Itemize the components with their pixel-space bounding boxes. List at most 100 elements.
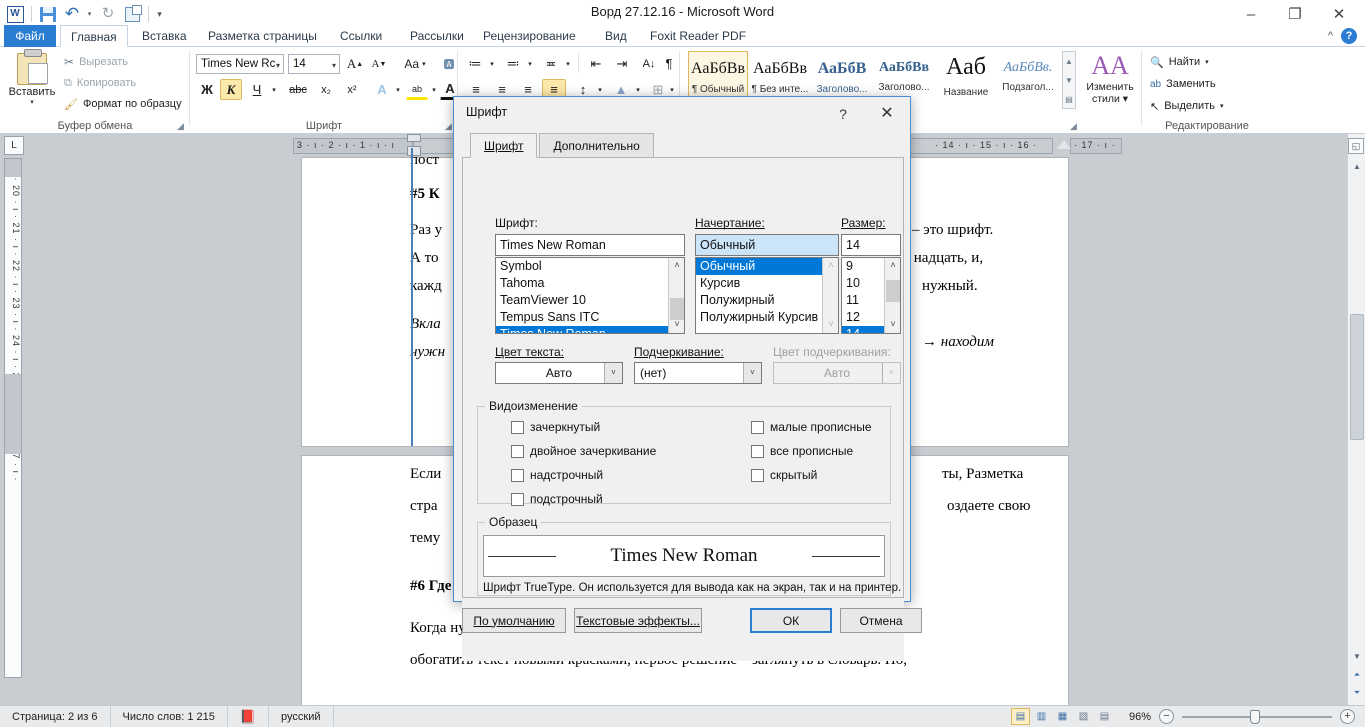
zoom-out-button[interactable]: − <box>1159 709 1174 724</box>
increase-indent-button[interactable]: ⇥ <box>610 53 634 74</box>
view-print-layout-button[interactable]: ▤ <box>1010 708 1030 725</box>
status-word-count[interactable]: Число слов: 1 215 <box>111 705 228 727</box>
status-language[interactable]: русский <box>269 705 334 727</box>
tab-insert[interactable]: Вставка <box>132 25 197 47</box>
scroll-down-icon[interactable]: ˅ <box>885 317 900 333</box>
checkbox-all-caps[interactable]: все прописные <box>751 444 853 458</box>
bullets-dropdown[interactable]: ▾ <box>486 53 498 74</box>
scroll-down-icon[interactable]: ˅ <box>823 317 838 333</box>
multilevel-dropdown[interactable]: ▾ <box>562 53 574 74</box>
underline-dropdown[interactable]: ▾ <box>268 79 280 100</box>
font-style-input[interactable]: Обычный <box>695 234 839 256</box>
font-list-item-0[interactable]: Symbol <box>496 258 684 275</box>
styles-dialog-launcher[interactable]: ◢ <box>1070 121 1080 131</box>
checkbox-hidden[interactable]: скрытый <box>751 468 817 482</box>
show-marks-button[interactable]: ¶ <box>660 53 678 74</box>
highlight-button[interactable]: ab <box>406 79 428 100</box>
scroll-up-icon[interactable]: ▲ <box>1063 52 1075 71</box>
view-outline-button[interactable]: ▧ <box>1074 708 1093 725</box>
tab-page-layout[interactable]: Разметка страницы <box>198 25 327 47</box>
font-name-listbox[interactable]: Symbol Tahoma TeamViewer 10 Tempus Sans … <box>495 257 685 334</box>
tab-file[interactable]: Файл <box>4 25 56 47</box>
size-list-scrollbar[interactable]: ˄ ˅ <box>884 258 900 333</box>
copy-button[interactable]: ⧉ Копировать <box>64 74 136 92</box>
cancel-button[interactable]: Отмена <box>840 608 922 633</box>
view-draft-button[interactable]: ▤ <box>1095 708 1114 725</box>
subscript-button[interactable]: x₂ <box>314 79 338 100</box>
scroll-down-button[interactable]: ▼ <box>1348 648 1365 665</box>
view-full-screen-button[interactable]: ▥ <box>1032 708 1051 725</box>
font-size-input[interactable]: 14 <box>841 234 901 256</box>
zoom-slider-thumb[interactable] <box>1250 709 1260 724</box>
tab-home[interactable]: Главная <box>60 25 128 47</box>
font-size-listbox[interactable]: 9 10 11 12 14 ˄ ˅ <box>841 257 901 334</box>
scroll-down-icon[interactable]: ▼ <box>1063 71 1075 90</box>
change-styles-button[interactable]: AA Изменить стили ▾ <box>1082 51 1138 105</box>
scroll-up-icon[interactable]: ˄ <box>885 258 900 274</box>
numbering-dropdown[interactable]: ▾ <box>524 53 536 74</box>
font-size-combo[interactable]: 14 ▾ <box>288 54 340 74</box>
select-browse-object-button[interactable]: ◱ <box>1348 138 1364 154</box>
tab-references[interactable]: Ссылки <box>330 25 392 47</box>
tab-foxit-pdf[interactable]: Foxit Reader PDF <box>640 25 756 47</box>
scroll-down-icon[interactable]: ˅ <box>669 317 684 333</box>
font-list-item-2[interactable]: TeamViewer 10 <box>496 292 684 309</box>
font-dialog[interactable]: Шрифт ? ✕ Шрифт Дополнительно Шрифт: Tim… <box>453 96 922 661</box>
highlight-dropdown[interactable]: ▾ <box>428 79 440 100</box>
shrink-font-button[interactable]: A ▼ <box>368 53 390 74</box>
font-list-item-3[interactable]: Tempus Sans ITC <box>496 309 684 326</box>
numbering-button[interactable]: ≕ <box>502 53 524 74</box>
bold-button[interactable]: Ж <box>196 79 218 100</box>
style-list-scrollbar[interactable]: ˄ ˅ <box>822 258 838 333</box>
font-name-combo[interactable]: Times New Rc ▾ <box>196 54 284 74</box>
clipboard-dialog-launcher[interactable]: ◢ <box>177 121 187 131</box>
italic-button[interactable]: К <box>220 79 242 100</box>
font-list-item-1[interactable]: Tahoma <box>496 275 684 292</box>
grow-font-button[interactable]: A ▲ <box>344 53 366 74</box>
multilevel-list-button[interactable]: ≖ <box>540 53 562 74</box>
scroll-up-icon[interactable]: ˄ <box>669 258 684 274</box>
minimize-button[interactable]: – <box>1229 0 1273 28</box>
styles-more-icon[interactable]: ▤ <box>1063 90 1075 109</box>
style-list-item-2[interactable]: Полужирный <box>696 292 838 309</box>
underline-combo[interactable]: (нет) ˅ <box>634 362 762 384</box>
tab-view[interactable]: Вид <box>595 25 637 47</box>
first-line-indent-marker[interactable] <box>407 134 421 142</box>
close-icon[interactable]: ✕ <box>872 101 902 127</box>
find-button[interactable]: 🔍 Найти ▾ <box>1150 53 1209 71</box>
view-web-layout-button[interactable]: ▦ <box>1053 708 1072 725</box>
text-effects-button[interactable]: A <box>372 79 392 100</box>
font-list-scrollbar[interactable]: ˄ ˅ <box>668 258 684 333</box>
font-name-input[interactable]: Times New Roman <box>495 234 685 256</box>
vertical-ruler[interactable]: · ı · 20 · ı · 21 · ı · 22 · ı · 23 · ı … <box>4 158 22 678</box>
text-effects-dialog-button[interactable]: Текстовые эффекты... <box>574 608 702 633</box>
help-icon[interactable]: ? <box>1341 28 1357 44</box>
styles-gallery-scrollbar[interactable]: ▲ ▼ ▤ <box>1062 51 1076 109</box>
font-list-item-4[interactable]: Times New Roman <box>496 326 684 333</box>
tab-review[interactable]: Рецензирование <box>473 25 586 47</box>
dialog-tab-advanced[interactable]: Дополнительно <box>539 133 654 158</box>
checkbox-subscript[interactable]: подстрочный <box>511 492 603 506</box>
size-list-scroll-thumb[interactable] <box>886 280 900 302</box>
style-item-4[interactable]: Ааб Название <box>936 51 996 109</box>
scroll-thumb[interactable] <box>1350 314 1364 440</box>
default-button[interactable]: По умолчанию <box>462 608 566 633</box>
paste-button[interactable]: Вставить ▾ <box>8 49 56 113</box>
help-icon[interactable]: ? <box>832 103 854 125</box>
select-button[interactable]: ↖ Выделить ▾ <box>1150 97 1223 115</box>
tab-selector-button[interactable]: L <box>4 136 24 155</box>
style-list-item-0[interactable]: Обычный <box>696 258 838 275</box>
style-item-5[interactable]: АаБбВв. Подзагол... <box>998 51 1058 109</box>
checkbox-double-strikethrough[interactable]: двойное зачеркивание <box>511 444 656 458</box>
next-page-button[interactable]: ⏷ <box>1348 684 1365 701</box>
font-style-listbox[interactable]: Обычный Курсив Полужирный Полужирный Кур… <box>695 257 839 334</box>
zoom-in-button[interactable]: + <box>1340 709 1355 724</box>
status-page[interactable]: Страница: 2 из 6 <box>0 705 111 727</box>
decrease-indent-button[interactable]: ⇤ <box>584 53 608 74</box>
style-list-item-1[interactable]: Курсив <box>696 275 838 292</box>
dialog-tab-font[interactable]: Шрифт <box>470 133 538 158</box>
scroll-up-icon[interactable]: ˄ <box>823 258 838 274</box>
text-effects-dropdown[interactable]: ▾ <box>392 79 404 100</box>
underline-button[interactable]: Ч <box>246 79 268 100</box>
previous-page-button[interactable]: ⏶ <box>1348 666 1365 683</box>
